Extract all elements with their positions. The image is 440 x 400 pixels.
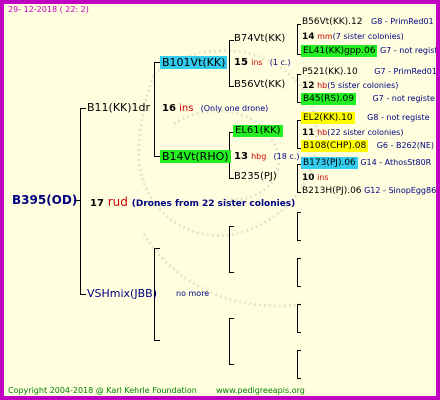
mother-gen-number: 16 [162, 103, 176, 114]
gen4-right: G6 - B262(NE) [376, 141, 435, 150]
father-note: no more [176, 289, 210, 298]
root-gen-note: (Drones from 22 sister colonies) [131, 199, 296, 209]
gen4-name[interactable]: EL2(KK).10 [301, 112, 355, 124]
gen4-row: B56Vt(KK).12 G8 - PrimRed01 [302, 18, 434, 27]
mother-gen-note: (Only one drone) [200, 104, 269, 113]
gen4-right: G8 - not registe [367, 113, 430, 122]
gen4-name[interactable]: B213H(PJ).06 [302, 186, 362, 196]
mother-gen-unit: ins [179, 103, 194, 114]
gen4-row: B108(CHP).08 G6 - B262(NE) [301, 140, 435, 152]
maternal-grandmother-generation: 15 ins (1 c.) [234, 58, 291, 68]
gen4-gen-unit: mm [317, 32, 333, 41]
gen4-generation: 12 hb(5 sister colonies) [302, 82, 398, 91]
gen4-row: EL41(KK)gpp.06 G7 - not registe [301, 45, 440, 57]
footer-copyright: Copyright 2004-2018 @ Karl Kehrle Founda… [8, 386, 197, 395]
gen4-generation: 14 mm(7 sister colonies) [302, 33, 404, 42]
mother-queen-name[interactable]: B11(KK)1dr [87, 102, 150, 113]
gen4-row: B45(RS).09 G7 - not registe [301, 93, 435, 105]
gen4-gen-number: 14 [302, 32, 315, 42]
mf-gen-number: 13 [234, 151, 248, 162]
gen4-row: B173(PJ).06 G14 - AthosSt80R [301, 157, 432, 169]
maternal-grandmother-name[interactable]: B101Vt(KK) [160, 56, 228, 69]
gen4-name[interactable]: B108(CHP).08 [301, 140, 369, 152]
gen4-name[interactable]: EL41(KK)gpp.06 [301, 45, 378, 57]
gen4-row: B213H(PJ).06 G12 - SinopEgg86R [302, 186, 440, 196]
gen4-gen-note: (5 sister colonies) [327, 81, 399, 90]
gen4-right: G7 - not registe [372, 94, 435, 103]
gen4-right: G7 - PrimRed01 [374, 67, 437, 76]
footer-url[interactable]: www.pedigreeapis.org [216, 387, 305, 395]
root-queen-name[interactable]: B395(OD) [12, 194, 77, 206]
pedigree-frame: 29- 12-2018 ( 22: 2) B395(OD) 17 rud (Dr… [0, 0, 440, 400]
gen4-name[interactable]: B45(RS).09 [301, 93, 356, 105]
gen4-gen-note: (22 sister colonies) [327, 128, 404, 137]
gen4-row: P521(KK).10 G7 - PrimRed01 [302, 67, 437, 77]
mm-gen-number: 15 [234, 57, 248, 68]
root-generation: 17 rud (Drones from 22 sister colonies) [90, 196, 295, 209]
gen3-name-d[interactable]: B235(PJ) [234, 172, 277, 182]
root-gen-unit: rud [107, 195, 128, 209]
gen4-gen-note: (7 sister colonies) [332, 32, 404, 41]
gen3-name-b[interactable]: B56Vt(KK) [234, 80, 285, 90]
mf-gen-unit: hbg [251, 152, 267, 161]
gen4-gen-number: 12 [302, 81, 315, 91]
gen4-right: G8 - PrimRed01 [371, 17, 434, 26]
father-name[interactable]: VSHmix(JBB) [87, 288, 157, 299]
gen4-gen-number: 10 [302, 173, 315, 183]
gen4-right: G7 - not registe [379, 46, 440, 55]
gen4-gen-unit: hb [317, 81, 328, 90]
gen4-gen-unit: hb [317, 128, 328, 137]
mm-gen-note: (1 c.) [269, 58, 291, 67]
header-date: 29- 12-2018 ( 22: 2) [8, 5, 89, 14]
gen4-gen-unit: ins [317, 173, 329, 182]
root-gen-number: 17 [90, 198, 104, 209]
mm-gen-unit: ins [251, 58, 263, 67]
gen4-name[interactable]: B56Vt(KK).12 [302, 17, 362, 27]
mf-gen-note: (18 c.) [273, 152, 300, 161]
gen3-name-a[interactable]: B74Vt(KK) [234, 34, 285, 44]
mother-generation: 16 ins (Only one drone) [162, 104, 268, 114]
gen4-row: EL2(KK).10 G8 - not registe [301, 112, 430, 124]
maternal-grandfather-name[interactable]: B14Vt(RHO) [160, 150, 231, 163]
gen4-name[interactable]: P521(KK).10 [302, 67, 358, 77]
gen3-name-c[interactable]: EL61(KK) [233, 125, 283, 137]
maternal-grandfather-generation: 13 hbg (18 c.) [234, 152, 299, 162]
gen4-generation: 10 ins [302, 174, 329, 183]
gen4-name[interactable]: B173(PJ).06 [301, 157, 358, 169]
gen4-right: G12 - SinopEgg86R [364, 186, 440, 195]
gen4-gen-number: 11 [302, 128, 315, 138]
gen4-right: G14 - AthosSt80R [360, 158, 432, 167]
gen4-generation: 11 hb(22 sister colonies) [302, 129, 403, 138]
